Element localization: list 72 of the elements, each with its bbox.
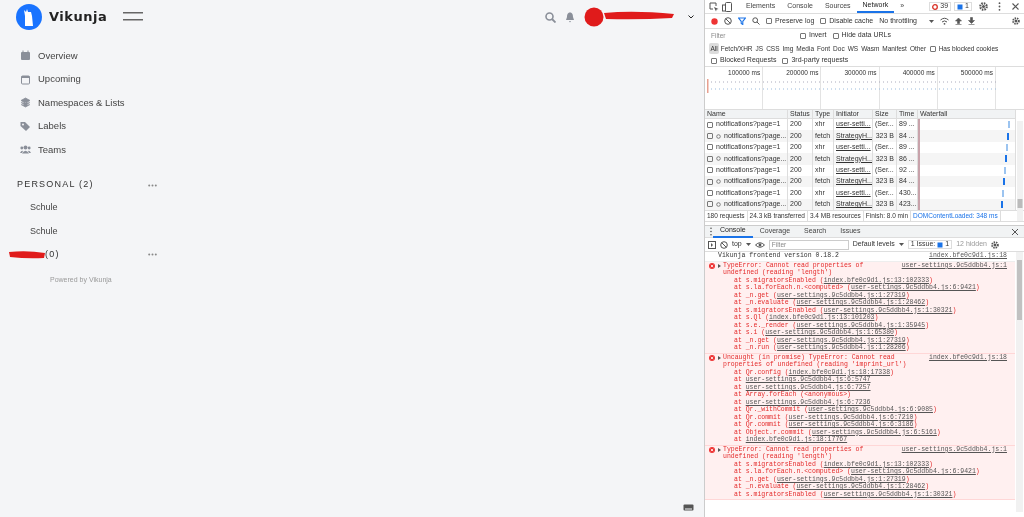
error-icon (708, 446, 715, 453)
list-link[interactable]: Schule (30, 201, 58, 215)
nav-link[interactable]: Teams (38, 142, 66, 157)
caret-icon (929, 19, 934, 23)
fetch-icon (716, 201, 721, 207)
fetch-icon (716, 179, 721, 185)
filter-icon[interactable] (738, 17, 746, 25)
upload-icon[interactable] (955, 17, 962, 25)
list-link[interactable]: Schule (30, 224, 58, 239)
checkbox[interactable] (820, 18, 827, 24)
namespace-title[interactable]: PERSONAL (2) (17, 178, 94, 192)
nav-link[interactable]: Overview (38, 48, 78, 63)
caret-icon (745, 243, 751, 247)
expand-icon[interactable] (718, 263, 721, 268)
namespace-title[interactable]: (0) (45, 247, 60, 262)
error-icon (708, 262, 715, 269)
eye-icon[interactable] (754, 241, 765, 248)
bell-icon[interactable] (565, 11, 575, 23)
checkbox[interactable] (707, 144, 713, 151)
checkbox[interactable] (782, 57, 789, 64)
settings-icon[interactable] (979, 2, 988, 11)
checkbox[interactable] (707, 201, 713, 208)
error-icon (708, 354, 715, 361)
nav-link[interactable]: Labels (38, 119, 66, 134)
llama-logo-icon (16, 4, 42, 30)
checkbox[interactable] (707, 190, 713, 197)
chevron-down-icon[interactable] (688, 15, 694, 19)
issue-icon (957, 3, 964, 10)
inspect-icon[interactable] (709, 1, 719, 12)
search-icon[interactable] (752, 17, 760, 25)
app-name: Vikunja (49, 8, 108, 27)
checkbox[interactable] (711, 57, 717, 64)
clear-icon[interactable] (720, 240, 728, 249)
close-icon[interactable] (1011, 2, 1020, 11)
fetch-icon (716, 156, 721, 162)
checkbox[interactable] (929, 45, 936, 52)
menu-icon[interactable] (123, 11, 144, 23)
checkbox[interactable] (800, 32, 806, 39)
close-icon[interactable] (1011, 227, 1019, 236)
issue-icon (937, 241, 944, 248)
nav-link[interactable]: Namespaces & Lists (38, 95, 125, 110)
checkbox[interactable] (707, 178, 713, 185)
more-icon[interactable] (148, 183, 157, 187)
settings-icon[interactable] (990, 240, 999, 249)
layers-icon (20, 97, 31, 109)
people-icon (20, 144, 31, 156)
record-icon[interactable] (711, 17, 718, 25)
download-icon[interactable] (968, 17, 975, 25)
tags-icon (20, 120, 31, 132)
search-icon[interactable] (545, 11, 556, 23)
checkbox[interactable] (707, 155, 713, 162)
sidebar-toggle-icon[interactable] (708, 240, 716, 249)
checkbox[interactable] (707, 167, 713, 174)
keyboard-icon[interactable] (683, 504, 694, 511)
nav-link[interactable]: Upcoming (38, 72, 81, 87)
calendar-icon (20, 73, 31, 85)
error-icon (932, 3, 939, 10)
more-icon[interactable] (148, 253, 157, 257)
checkbox[interactable] (707, 121, 713, 128)
expand-icon[interactable] (718, 355, 721, 360)
more-vertical-icon[interactable] (709, 227, 713, 237)
network-conditions-icon[interactable] (940, 17, 949, 25)
calendar-icon (20, 50, 31, 62)
checkbox[interactable] (707, 133, 713, 140)
clear-icon[interactable] (724, 17, 732, 25)
device-icon[interactable] (722, 1, 732, 12)
checkbox[interactable] (832, 32, 839, 39)
caret-icon (898, 243, 904, 247)
fetch-icon (716, 133, 721, 139)
checkbox[interactable] (766, 18, 772, 24)
settings-icon[interactable] (1012, 17, 1020, 25)
expand-icon[interactable] (718, 447, 721, 452)
